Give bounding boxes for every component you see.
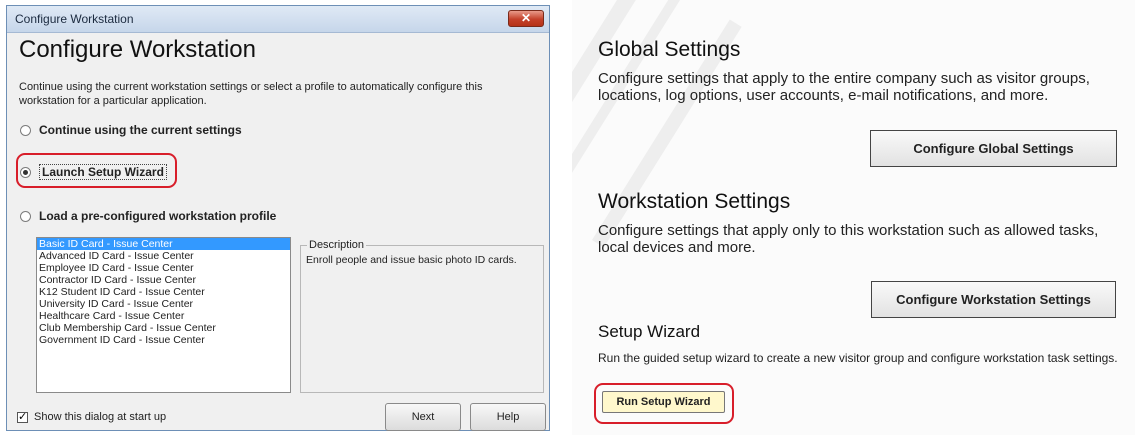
next-button[interactable]: Next [385,403,461,431]
profile-list[interactable]: Basic ID Card - Issue Center Advanced ID… [36,237,291,393]
list-item[interactable]: Basic ID Card - Issue Center [37,238,290,250]
list-item[interactable]: Government ID Card - Issue Center [37,334,290,346]
configure-workstation-dialog: Configure Workstation ✕ Configure Workst… [6,5,550,431]
dialog-heading: Configure Workstation [19,36,256,63]
list-item[interactable]: University ID Card - Issue Center [37,298,290,310]
close-button[interactable]: ✕ [508,10,544,27]
description-groupbox: Description Enroll people and issue basi… [300,239,544,393]
window-title: Configure Workstation [15,12,134,26]
list-item[interactable]: Employee ID Card - Issue Center [37,262,290,274]
radio-icon [20,124,31,136]
title-bar: Configure Workstation ✕ [7,6,549,33]
help-button[interactable]: Help [470,403,546,431]
close-icon: ✕ [520,11,532,25]
radio-label-continue: Continue using the current settings [39,123,242,137]
setup-wizard-description: Run the guided setup wizard to create a … [598,351,1118,365]
checkbox-icon: ✓ [17,410,28,423]
show-at-startup-checkbox[interactable]: ✓ Show this dialog at start up [17,411,166,423]
list-item[interactable]: Club Membership Card - Issue Center [37,322,290,334]
list-item[interactable]: Contractor ID Card - Issue Center [37,274,290,286]
highlight-annotation [594,383,734,424]
global-settings-heading: Global Settings [598,38,741,61]
configure-workstation-settings-button[interactable]: Configure Workstation Settings [871,281,1116,318]
dialog-description: Continue using the current workstation s… [19,81,483,107]
highlight-annotation [16,153,177,188]
setup-wizard-heading: Setup Wizard [598,322,701,341]
radio-icon [20,210,31,222]
list-item[interactable]: K12 Student ID Card - Issue Center [37,286,290,298]
list-item[interactable]: Advanced ID Card - Issue Center [37,250,290,262]
description-text: Enroll people and issue basic photo ID c… [306,254,517,266]
radio-load-profile[interactable]: Load a pre-configured workstation profil… [20,209,276,223]
list-item[interactable]: Healthcare Card - Issue Center [37,310,290,322]
configure-global-settings-button[interactable]: Configure Global Settings [870,130,1117,167]
settings-panel: Global Settings Configure settings that … [572,0,1135,435]
global-settings-description: Configure settings that apply to the ent… [598,70,1090,104]
description-legend: Description [307,239,367,251]
radio-continue-current[interactable]: Continue using the current settings [20,123,242,137]
radio-label-profile: Load a pre-configured workstation profil… [39,209,277,223]
workstation-settings-description: Configure settings that apply only to th… [598,222,1099,256]
show-at-startup-label: Show this dialog at start up [34,411,167,423]
workstation-settings-heading: Workstation Settings [598,190,791,213]
